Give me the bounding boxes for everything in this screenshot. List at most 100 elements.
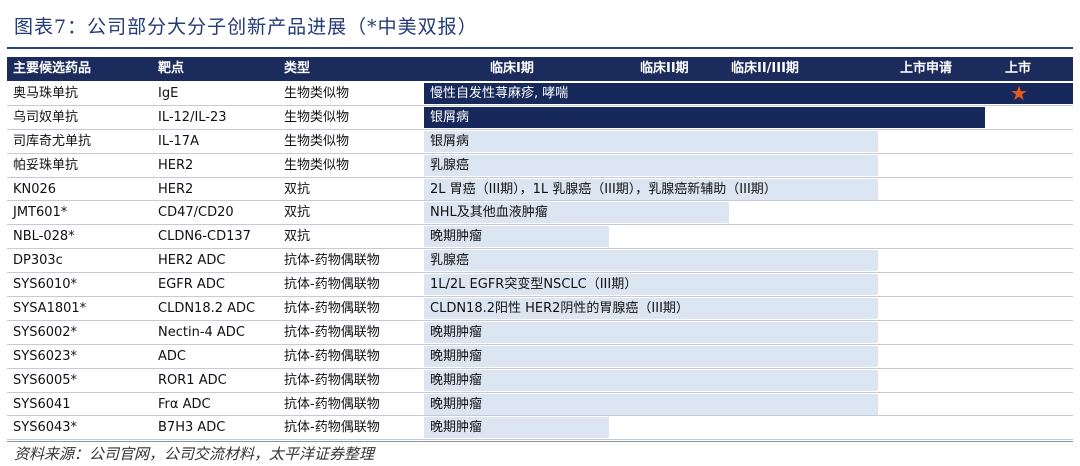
drug-type: 双抗 <box>284 229 311 245</box>
drug-target: IL-12/IL-23 <box>158 109 227 125</box>
header-launched: 上市 <box>1005 61 1032 76</box>
progress-bar: CLDN18.2阳性 HER2阴性的胃腺癌（III期） <box>424 298 878 320</box>
progress-bar: 银屑病 <box>424 106 985 128</box>
header-type: 类型 <box>284 61 311 76</box>
indication-label: 2L 胃癌（III期），1L 乳腺癌（III期），乳腺癌新辅助（III期） <box>430 181 777 197</box>
indication-label: 乳腺癌 <box>430 253 470 269</box>
table-row: SYS6002* Nectin-4 ADC 抗体-药物偶联物 晚期肿瘤 <box>7 321 1073 345</box>
chart-title: 图表7：公司部分大分子创新产品进展（*中美双报） <box>14 16 478 38</box>
table-row: SYS6005* ROR1 ADC 抗体-药物偶联物 晚期肿瘤 <box>7 369 1073 393</box>
table-row: KN026 HER2 双抗 2L 胃癌（III期），1L 乳腺癌（III期），乳腺癌新… <box>7 178 1073 202</box>
drug-target: Nectin-4 ADC <box>158 324 245 340</box>
table-row: SYS6023* ADC 抗体-药物偶联物 晚期肿瘤 <box>7 345 1073 369</box>
indication-label: 晚期肿瘤 <box>430 348 483 364</box>
drug-name: SYS6041 <box>13 396 71 412</box>
drug-target: ADC <box>158 348 186 364</box>
title-divider <box>7 47 1073 49</box>
drug-name: SYS6010* <box>13 277 78 293</box>
indication-label: 慢性自发性荨麻疹, 哮喘 <box>430 86 569 101</box>
table-row: NBL-028* CLDN6-CD137 双抗 晚期肿瘤 <box>7 225 1073 250</box>
progress-bar: NHL及其他血液肿瘤 <box>424 202 729 224</box>
indication-label: NHL及其他血液肿瘤 <box>430 205 548 221</box>
drug-type: 抗体-药物偶联物 <box>284 253 380 269</box>
progress-bar: 乳腺癌 <box>424 250 878 272</box>
drug-type: 生物类似物 <box>284 109 350 125</box>
table-row: 司库奇尤单抗 IL-17A 生物类似物 银屑病 <box>7 130 1073 154</box>
drug-name: DP303c <box>13 253 63 269</box>
header-phase3: 临床II/III期 <box>731 61 799 76</box>
drug-type: 生物类似物 <box>284 86 350 101</box>
drug-target: CD47/CD20 <box>158 205 234 221</box>
drug-target: IL-17A <box>158 133 199 149</box>
drug-target: CLDN18.2 ADC <box>158 301 256 317</box>
table-row: SYS6041 Frα ADC 抗体-药物偶联物 晚期肿瘤 <box>7 393 1073 417</box>
progress-bar: 晚期肿瘤 <box>424 345 878 367</box>
source-note: 资料来源：公司官网，公司交流材料，太平洋证券整理 <box>14 445 375 463</box>
drug-type: 抗体-药物偶联物 <box>284 277 380 293</box>
drug-name: NBL-028* <box>13 229 75 245</box>
progress-bar: 晚期肿瘤 <box>424 369 878 391</box>
header-phase2: 临床II期 <box>640 61 689 76</box>
header-drug: 主要候选药品 <box>13 61 92 76</box>
progress-bar: 1L/2L EGFR突变型NSCLC（III期） <box>424 274 878 296</box>
indication-label: 晚期肿瘤 <box>430 420 483 436</box>
drug-name: SYS6043* <box>13 420 78 436</box>
drug-target: CLDN6-CD137 <box>158 229 251 245</box>
progress-bar: 晚期肿瘤 <box>424 321 878 343</box>
indication-label: 乳腺癌 <box>430 157 470 173</box>
drug-name: KN026 <box>13 181 57 197</box>
header-filing: 上市申请 <box>900 61 953 76</box>
table-row: 乌司奴单抗 IL-12/IL-23 生物类似物 银屑病 <box>7 106 1073 130</box>
drug-name: 乌司奴单抗 <box>13 109 79 125</box>
progress-bar: 2L 胃癌（III期），1L 乳腺癌（III期），乳腺癌新辅助（III期） <box>424 178 878 200</box>
drug-type: 抗体-药物偶联物 <box>284 348 380 364</box>
drug-type: 生物类似物 <box>284 133 350 149</box>
drug-name: 帕妥珠单抗 <box>13 157 79 173</box>
drug-type: 抗体-药物偶联物 <box>284 396 380 412</box>
indication-label: 晚期肿瘤 <box>430 396 483 412</box>
drug-type: 生物类似物 <box>284 157 350 173</box>
drug-type: 双抗 <box>284 205 311 221</box>
progress-bar: 晚期肿瘤 <box>424 226 609 248</box>
drug-target: HER2 <box>158 157 194 173</box>
table-row: SYSA1801* CLDN18.2 ADC 抗体-药物偶联物 CLDN18.2阳性 … <box>7 297 1073 321</box>
indication-label: CLDN18.2阳性 HER2阴性的胃腺癌（III期） <box>430 301 689 317</box>
table-row: DP303c HER2 ADC 抗体-药物偶联物 乳腺癌 <box>7 249 1073 274</box>
drug-name: 奥马珠单抗 <box>13 86 79 101</box>
indication-label: 银屑病 <box>430 109 470 125</box>
drug-target: Frα ADC <box>158 396 211 412</box>
bottom-divider <box>7 441 1073 442</box>
drug-type: 抗体-药物偶联物 <box>284 420 380 436</box>
drug-type: 抗体-药物偶联物 <box>284 372 380 388</box>
drug-name: JMT601* <box>13 205 68 221</box>
indication-label: 晚期肿瘤 <box>430 229 483 245</box>
drug-target: B7H3 ADC <box>158 420 226 436</box>
drug-name: 司库奇尤单抗 <box>13 133 92 149</box>
progress-bar: 晚期肿瘤 <box>424 393 878 415</box>
drug-name: SYS6002* <box>13 324 78 340</box>
drug-name: SYS6023* <box>13 348 78 364</box>
drug-name: SYSA1801* <box>13 301 87 317</box>
pipeline-table-body: 奥马珠单抗 IgE 生物类似物 慢性自发性荨麻疹, 哮喘 ★ 乌司奴单抗 IL-12/IL-… <box>7 82 1073 441</box>
drug-type: 双抗 <box>284 181 311 197</box>
table-row: SYS6010* EGFR ADC 抗体-药物偶联物 1L/2L EGFR突变型NSC… <box>7 273 1073 298</box>
progress-bar: 银屑病 <box>424 130 878 152</box>
progress-bar: 慢性自发性荨麻疹, 哮喘 <box>424 83 1073 104</box>
indication-label: 晚期肿瘤 <box>430 324 483 340</box>
drug-type: 抗体-药物偶联物 <box>284 301 380 317</box>
drug-target: HER2 <box>158 181 194 197</box>
table-row: SYS6043* B7H3 ADC 抗体-药物偶联物 晚期肿瘤 <box>7 416 1073 441</box>
indication-label: 1L/2L EGFR突变型NSCLC（III期） <box>430 277 638 293</box>
table-row: 帕妥珠单抗 HER2 生物类似物 乳腺癌 <box>7 154 1073 178</box>
progress-bar: 晚期肿瘤 <box>424 417 609 439</box>
progress-bar: 乳腺癌 <box>424 154 878 176</box>
drug-target: EGFR ADC <box>158 277 225 293</box>
drug-name: SYS6005* <box>13 372 78 388</box>
indication-label: 晚期肿瘤 <box>430 372 483 388</box>
table-header: 主要候选药品 靶点 类型 临床I期 临床II期 临床II/III期 上市申请 上… <box>7 57 1073 81</box>
drug-target: IgE <box>158 86 179 101</box>
header-target: 靶点 <box>158 61 185 76</box>
drug-target: HER2 ADC <box>158 253 226 269</box>
table-row: JMT601* CD47/CD20 双抗 NHL及其他血液肿瘤 <box>7 201 1073 226</box>
table-row: 奥马珠单抗 IgE 生物类似物 慢性自发性荨麻疹, 哮喘 ★ <box>7 82 1073 106</box>
